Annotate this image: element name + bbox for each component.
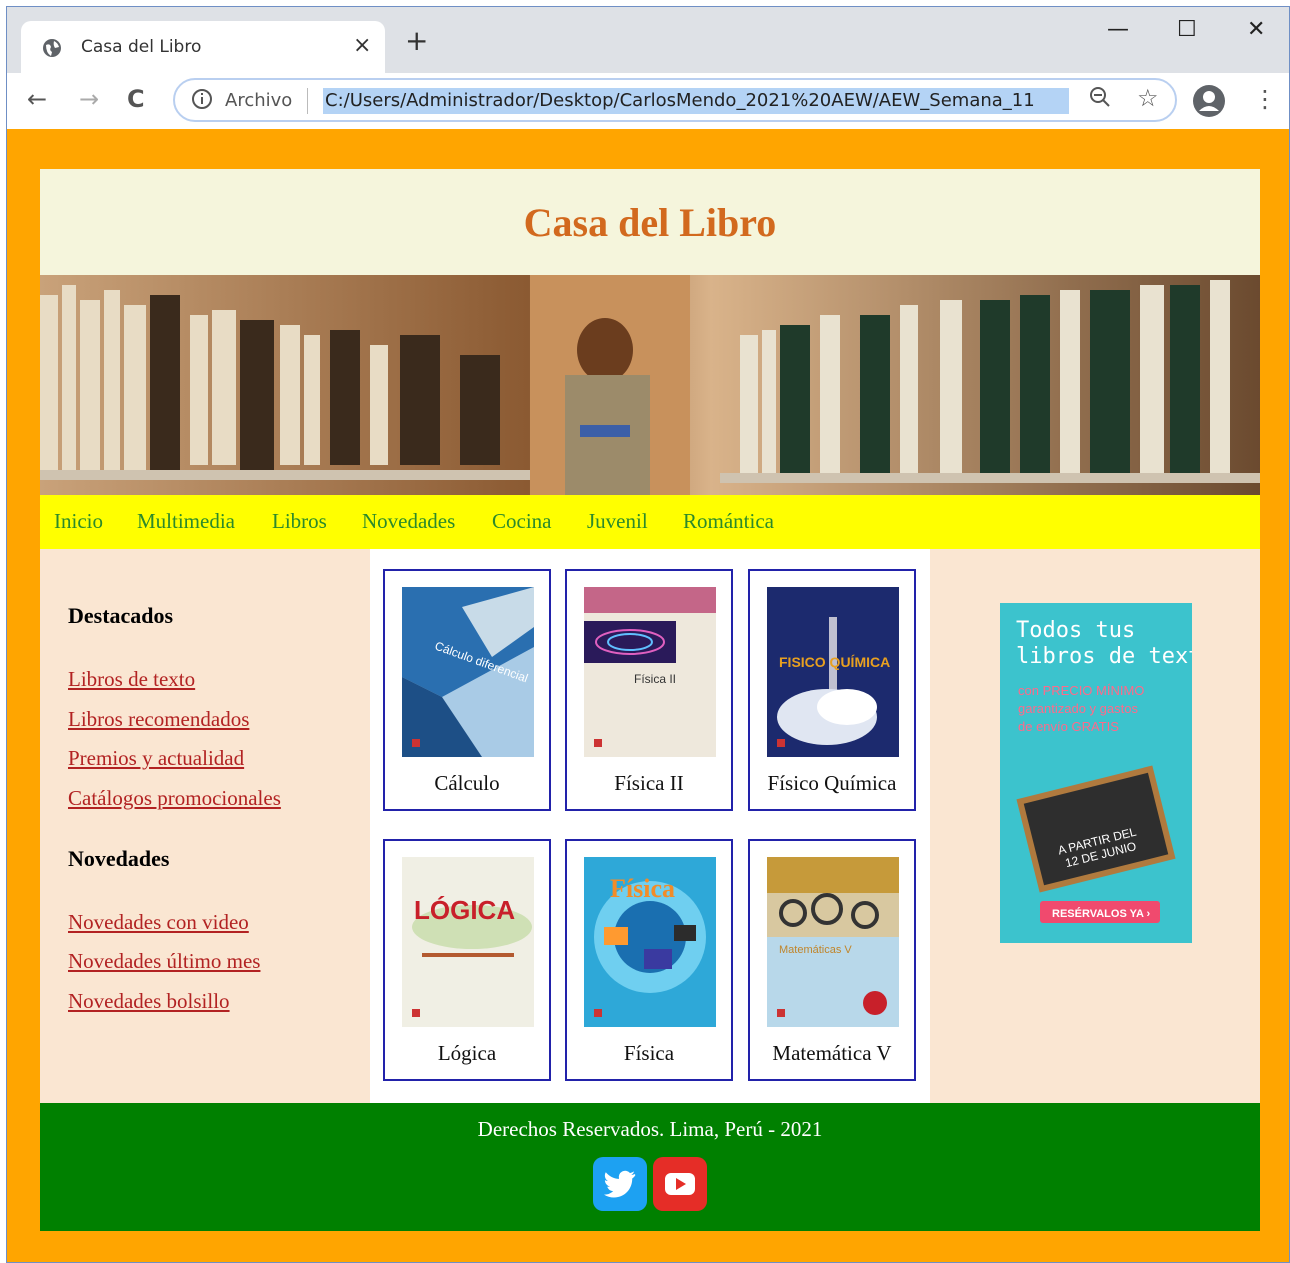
- site-header: Casa del Libro: [40, 169, 1260, 275]
- book-card[interactable]: FISICO QUÍMICA Físico Química: [748, 569, 916, 811]
- nav-link-multimedia[interactable]: Multimedia: [137, 509, 235, 534]
- book-cover-image: Física II: [584, 587, 716, 757]
- promo-ad-banner[interactable]: Todos tus libros de texto con PRECIO MÍN…: [1000, 603, 1192, 943]
- twitter-icon[interactable]: [593, 1157, 647, 1211]
- tab-casa-del-libro[interactable]: Casa del Libro ×: [21, 21, 385, 75]
- globe-icon: [43, 39, 61, 57]
- tab-close-icon[interactable]: ×: [353, 33, 371, 58]
- book-grid: Cálculo diferencial Cálculo Física II Fí…: [370, 549, 930, 1103]
- site-nav: Inicio Multimedia Libros Novedades Cocin…: [40, 495, 1260, 549]
- book-card[interactable]: Física II Física II: [565, 569, 733, 811]
- new-tab-button[interactable]: +: [405, 27, 428, 55]
- info-icon[interactable]: [191, 88, 213, 110]
- cover-text: FISICO QUÍMICA: [779, 654, 890, 670]
- page-viewport: Casa del Libro Inicio Multimedia Libros …: [7, 129, 1289, 1262]
- destacados-heading: Destacados: [68, 603, 174, 628]
- link-premios-actualidad[interactable]: Premios y actualidad: [68, 746, 244, 771]
- book-caption: Matemática V: [772, 1041, 892, 1065]
- link-novedades-ultimo-mes[interactable]: Novedades último mes: [68, 949, 260, 974]
- main-content: Destacados Libros de texto Libros recome…: [40, 549, 1260, 1103]
- book-caption: Lógica: [437, 1041, 497, 1065]
- scheme-label: Archivo: [225, 90, 293, 111]
- book-cover-image: Física: [584, 857, 716, 1027]
- address-divider: [307, 88, 308, 114]
- browser-window: Casa del Libro × + — ☐ ✕ ← → C Archivo C…: [6, 6, 1290, 1263]
- ad-headline-line2: libros de texto: [1016, 644, 1192, 669]
- nav-link-inicio[interactable]: Inicio: [54, 509, 103, 534]
- youtube-icon[interactable]: [653, 1157, 707, 1211]
- ad-headline-line1: Todos tus: [1016, 618, 1135, 643]
- book-card[interactable]: Matemáticas V Matemática V: [748, 839, 916, 1081]
- nav-link-cocina[interactable]: Cocina: [492, 509, 551, 534]
- nav-link-juvenil[interactable]: Juvenil: [587, 509, 648, 534]
- book-card[interactable]: LÓGICA Lógica: [383, 839, 551, 1081]
- link-libros-de-texto[interactable]: Libros de texto: [68, 667, 195, 692]
- book-caption: Físico Química: [767, 771, 897, 795]
- nav-link-libros[interactable]: Libros: [272, 509, 327, 534]
- reload-button[interactable]: C: [127, 85, 145, 113]
- link-libros-recomendados[interactable]: Libros recomendados: [68, 707, 249, 732]
- cover-text: Matemáticas V: [779, 944, 852, 956]
- browser-chrome: Casa del Libro × + — ☐ ✕ ← → C Archivo C…: [7, 7, 1289, 129]
- link-novedades-video[interactable]: Novedades con video: [68, 910, 249, 935]
- link-catalogos-promocionales[interactable]: Catálogos promocionales: [68, 786, 281, 811]
- star-icon[interactable]: ☆: [1137, 84, 1159, 112]
- novedades-heading: Novedades: [68, 846, 170, 871]
- tab-title: Casa del Libro: [81, 37, 202, 57]
- address-bar[interactable]: Archivo C:/Users/Administrador/Desktop/C…: [173, 78, 1177, 122]
- ad-cta-button[interactable]: RESÉRVALOS YA ›: [1052, 907, 1151, 920]
- url-text[interactable]: C:/Users/Administrador/Desktop/CarlosMen…: [323, 88, 1069, 114]
- nav-link-romantica[interactable]: Romántica: [683, 509, 774, 534]
- nav-link-novedades[interactable]: Novedades: [362, 509, 455, 534]
- tab-strip: Casa del Libro × + — ☐ ✕: [7, 7, 1289, 75]
- back-button[interactable]: ←: [27, 85, 47, 113]
- site-footer: Derechos Reservados. Lima, Perú - 2021: [40, 1103, 1260, 1231]
- minimize-button[interactable]: —: [1107, 17, 1129, 42]
- forward-button[interactable]: →: [79, 85, 99, 113]
- ad-subtext-line3: de envío GRATIS: [1018, 719, 1119, 734]
- ad-subtext-line1: con PRECIO MÍNIMO: [1018, 683, 1144, 698]
- book-caption: Física II: [614, 771, 684, 795]
- account-icon[interactable]: [1193, 85, 1225, 117]
- search-minus-icon[interactable]: [1089, 86, 1111, 108]
- kebab-icon[interactable]: ⋮: [1253, 85, 1277, 113]
- maximize-button[interactable]: ☐: [1177, 17, 1197, 42]
- cover-text: Física: [610, 874, 675, 903]
- library-banner-image: [40, 275, 1260, 495]
- footer-copyright: Derechos Reservados. Lima, Perú - 2021: [477, 1117, 823, 1141]
- book-card[interactable]: Física Física: [565, 839, 733, 1081]
- book-card[interactable]: Cálculo diferencial Cálculo: [383, 569, 551, 811]
- site-title: Casa del Libro: [523, 200, 777, 245]
- book-caption: Física: [623, 1041, 675, 1065]
- book-cover-image: Cálculo diferencial: [402, 587, 534, 757]
- book-cover-image: FISICO QUÍMICA: [767, 587, 899, 757]
- book-caption: Cálculo: [434, 771, 500, 795]
- close-window-button[interactable]: ✕: [1247, 17, 1265, 42]
- ad-subtext-line2: garantizado y gastos: [1018, 701, 1138, 716]
- toolbar: ← → C Archivo C:/Users/Administrador/Des…: [7, 73, 1289, 129]
- link-novedades-bolsillo[interactable]: Novedades bolsillo: [68, 989, 230, 1014]
- cover-text: Física II: [634, 672, 676, 686]
- book-cover-image: Matemáticas V: [767, 857, 899, 1027]
- book-cover-image: LÓGICA: [402, 857, 534, 1027]
- cover-text: LÓGICA: [414, 895, 515, 925]
